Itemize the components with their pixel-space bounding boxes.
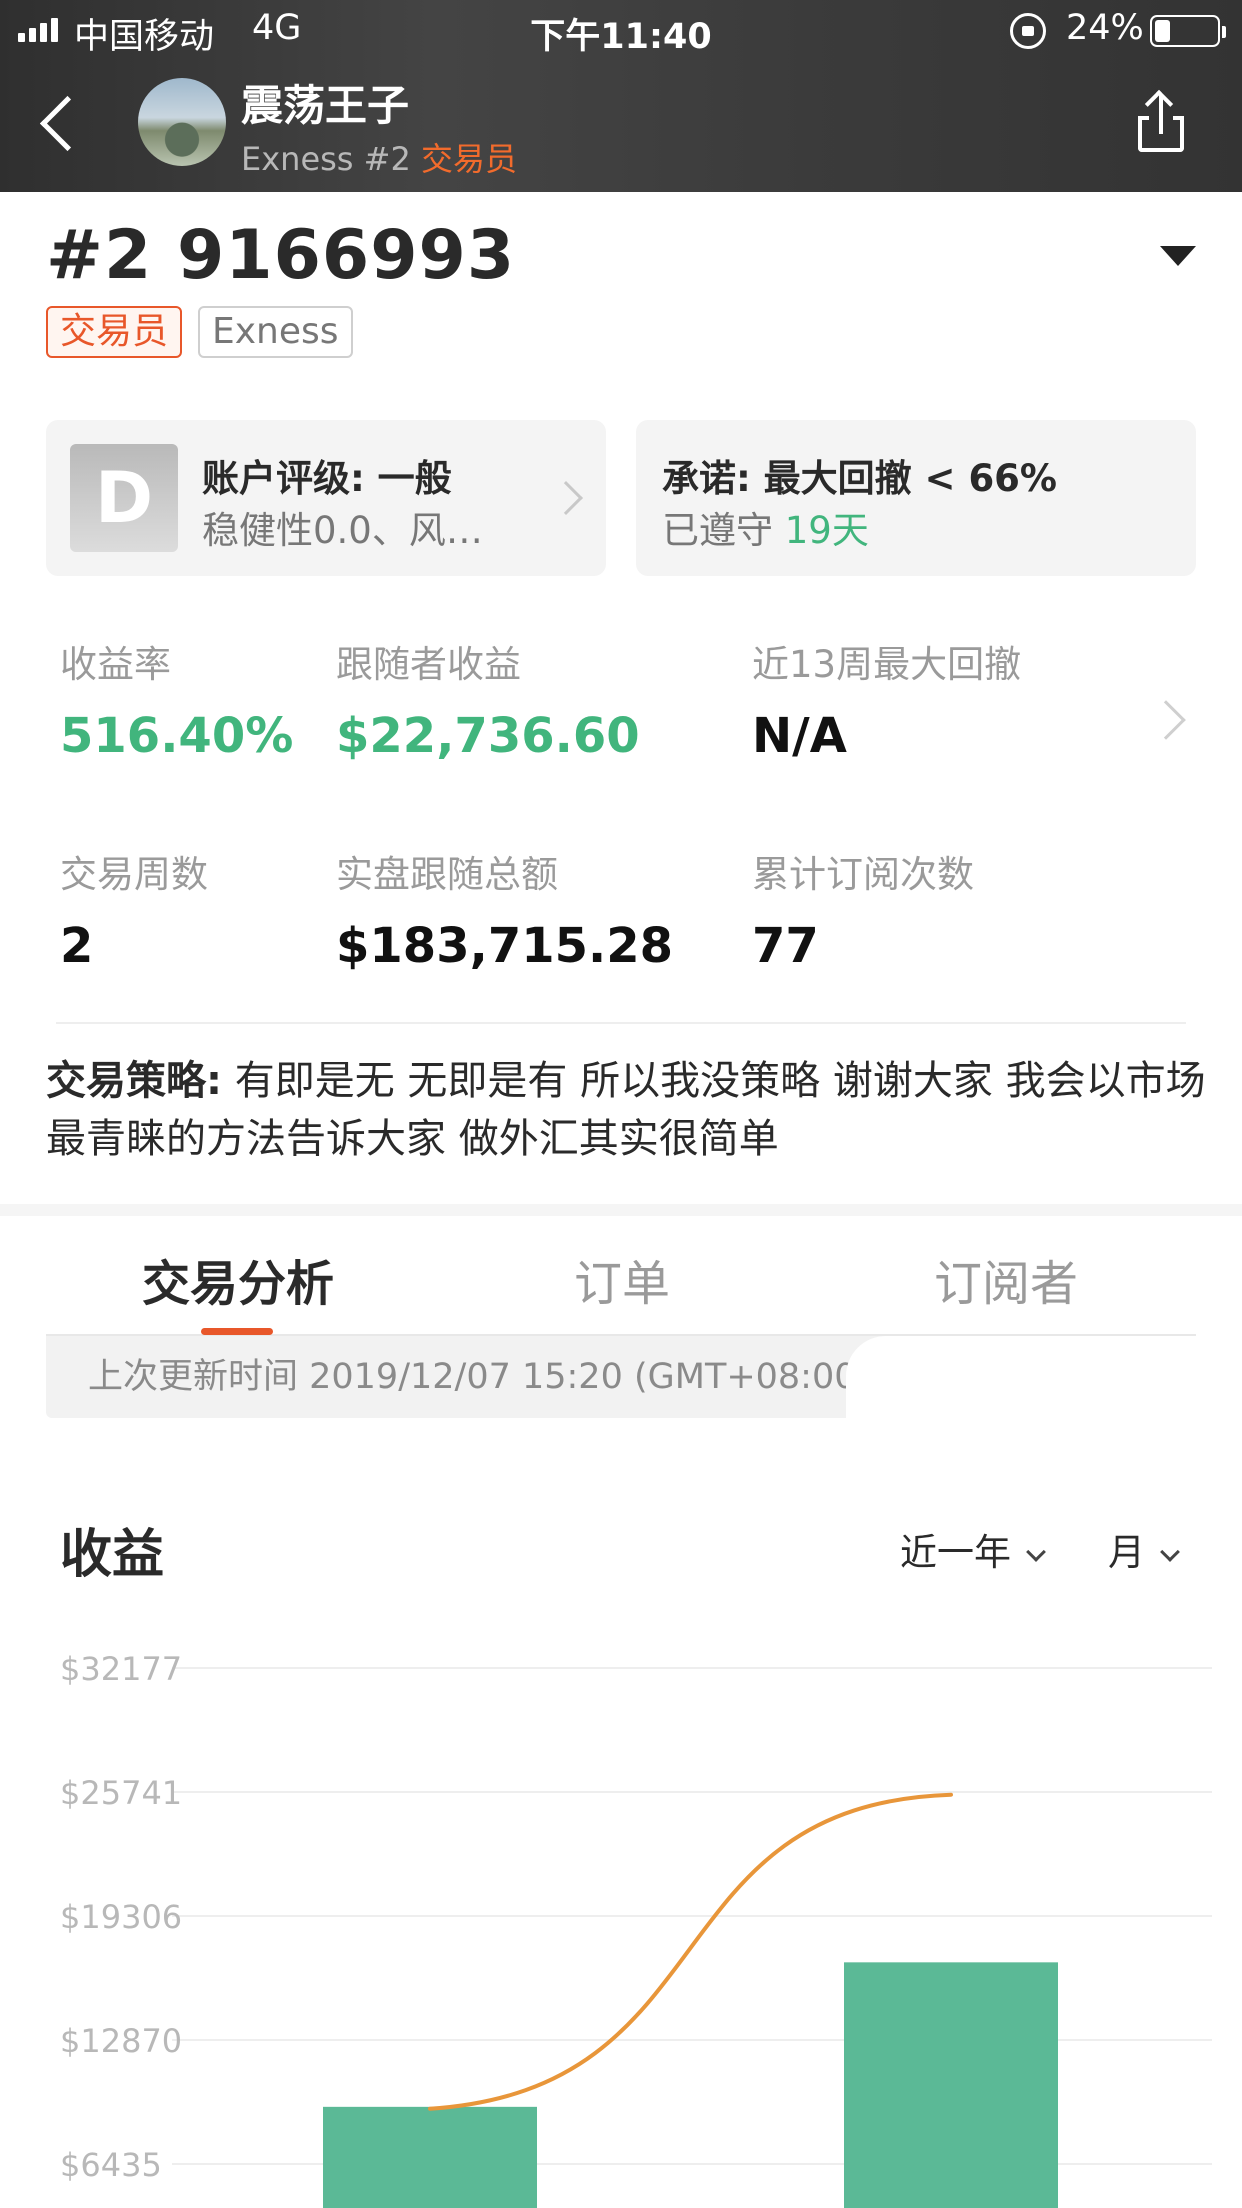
stat-value-return: 516.40% [60,708,294,764]
profit-chart: $32177 $25741 $19306 $12870 $6435 [60,1650,1212,2208]
trader-broker-rank: Exness #2 [241,140,421,178]
account-title: #2 9166993 [46,216,516,295]
profit-bar [844,1962,1058,2208]
strategy-label: 交易策略: [46,1058,222,1104]
promise-kept: 已遵守 19天 [662,500,869,554]
trader-name: 震荡王子 [241,81,410,130]
chevron-down-icon [1160,1542,1180,1562]
stat-value-follower-profit: $22,736.60 [336,708,640,764]
range-select[interactable]: 近一年 [900,1522,1046,1576]
stat-value-trading-weeks: 2 [60,918,94,974]
promise-kept-days: 19天 [784,509,869,552]
trader-avatar[interactable] [138,78,226,166]
chevron-down-icon [1026,1542,1046,1562]
stat-label-trading-weeks: 交易周数 [60,853,208,896]
stat-value-subscriptions: 77 [752,918,819,974]
period-select[interactable]: 月 [1108,1522,1180,1576]
promise-title: 承诺: 最大回撤 < 66% [662,457,1058,500]
stat-label-follower-profit: 跟随者收益 [336,643,521,686]
status-time: 下午11:40 [530,17,712,57]
tab-trade-analysis[interactable]: 交易分析 [142,1244,334,1314]
battery-level [1155,20,1170,42]
stat-label-follow-total: 实盘跟随总额 [336,853,558,896]
broker-tag: Exness [198,306,353,358]
trader-subtitle: Exness #2 交易员 [241,134,517,180]
role-tag: 交易员 [46,306,183,358]
range-select-value: 近一年 [900,1531,1011,1574]
stat-value-follow-total: $183,715.28 [336,918,674,974]
profit-bar [323,2106,537,2208]
y-tick-label: $25741 [60,1774,182,1812]
y-tick-label: $12870 [60,2022,182,2060]
y-tick-label: $32177 [60,1650,182,1688]
account-rating-card[interactable]: D 账户评级: 一般 稳健性0.0、风… [46,420,606,576]
trader-role: 交易员 [420,140,517,178]
header: 中国移动 4G 下午11:40 24% 震荡王子 Exness #2 交易员 [0,0,1242,192]
stat-label-return: 收益率 [60,643,171,686]
active-tab-indicator [201,1328,273,1335]
grade-badge: D [70,444,178,552]
stat-value-max-drawdown: N/A [752,708,847,764]
y-tick-label: $6435 [60,2146,162,2184]
account-dropdown-icon[interactable] [1160,246,1196,266]
promise-kept-label: 已遵守 [662,509,785,552]
battery-percent: 24% [1066,8,1144,48]
tab-orders[interactable]: 订单 [574,1244,670,1314]
last-update-time: 上次更新时间 2019/12/07 15:20 (GMT+08:00) [46,1336,926,1418]
trader-detail-screen: 中国移动 4G 下午11:40 24% 震荡王子 Exness #2 交易员 #… [0,0,1242,2208]
chevron-right-icon[interactable] [1146,700,1186,740]
chevron-right-icon [549,481,583,515]
trading-strategy: 交易策略: 有即是无 无即是有 所以我没策略 谢谢大家 我会以市场最青睐的方法告… [46,1052,1206,1168]
chart-title: 收益 [60,1525,165,1585]
rating-title: 账户评级: 一般 [202,457,452,500]
rating-subtitle: 稳健性0.0、风… [202,509,483,552]
y-tick-label: $19306 [60,1898,182,1936]
period-select-value: 月 [1108,1531,1145,1574]
tab-subscribers[interactable]: 订阅者 [934,1244,1078,1314]
back-button[interactable] [36,92,84,156]
promise-card: 承诺: 最大回撤 < 66% 已遵守 19天 [636,420,1196,576]
battery-icon [1150,15,1226,47]
share-button[interactable] [1134,89,1190,154]
stat-label-subscriptions: 累计订阅次数 [752,853,974,896]
stat-label-max-drawdown: 近13周最大回撤 [752,643,1022,686]
section-separator [0,1204,1242,1216]
rotation-lock-icon [1010,13,1046,49]
status-bar: 中国移动 4G 下午11:40 24% [0,0,1242,60]
divider [56,1022,1186,1024]
